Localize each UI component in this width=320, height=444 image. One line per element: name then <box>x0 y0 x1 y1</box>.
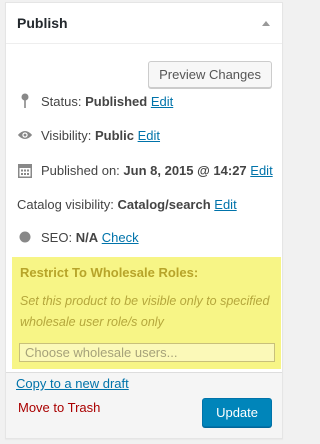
catalog-visibility-row: Catalog visibility: Catalog/search Edit <box>17 197 282 212</box>
seo-value: N/A <box>75 229 99 245</box>
catalog-visibility-edit-link[interactable]: Edit <box>214 197 236 212</box>
collapse-toggle-icon[interactable] <box>262 20 270 26</box>
catalog-visibility-value: Catalog/search <box>117 197 211 212</box>
move-to-trash-link[interactable]: Move to Trash <box>18 400 100 415</box>
publish-box: Publish Preview Changes Status: Publishe… <box>5 2 283 439</box>
catalog-visibility-label: Catalog visibility: <box>17 197 114 212</box>
publish-box-header: Publish <box>6 3 282 44</box>
visibility-edit-link[interactable]: Edit <box>138 128 160 143</box>
published-on-value: Jun 8, 2015 @ 14:27 <box>123 162 247 178</box>
wholesale-description: Set this product to be visible only to s… <box>20 294 270 329</box>
status-row: Status: Published Edit <box>17 93 282 109</box>
copy-to-draft-link[interactable]: Copy to a new draft <box>16 376 129 391</box>
wholesale-title: Restrict To Wholesale Roles: <box>20 265 199 280</box>
seo-row: SEO: N/A Check <box>17 229 282 245</box>
seo-label: SEO: <box>41 229 73 245</box>
publish-box-title: Publish <box>17 15 68 31</box>
wholesale-users-input[interactable] <box>19 343 275 362</box>
pin-icon <box>17 93 33 109</box>
seo-check-link[interactable]: Check <box>102 230 139 245</box>
status-label: Status: <box>41 93 82 109</box>
eye-icon <box>17 127 33 143</box>
visibility-value: Public <box>94 127 134 143</box>
visibility-row: Visibility: Public Edit <box>17 127 282 143</box>
status-value: Published <box>85 93 148 109</box>
preview-changes-button[interactable]: Preview Changes <box>148 61 272 88</box>
seo-status-dot-icon <box>17 229 33 245</box>
preview-row: Preview Changes <box>6 44 282 88</box>
calendar-icon <box>17 162 33 178</box>
publishing-actions: Copy to a new draft Move to Trash Update <box>6 372 282 438</box>
wholesale-restriction-panel: Restrict To Wholesale Roles: Set this pr… <box>12 257 281 369</box>
published-on-label: Published on: <box>41 162 120 178</box>
status-edit-link[interactable]: Edit <box>151 94 173 109</box>
published-on-edit-link[interactable]: Edit <box>250 163 272 178</box>
update-button[interactable]: Update <box>202 398 272 427</box>
published-on-row: Published on: Jun 8, 2015 @ 14:27 Edit <box>17 162 282 178</box>
visibility-label: Visibility: <box>41 127 92 143</box>
